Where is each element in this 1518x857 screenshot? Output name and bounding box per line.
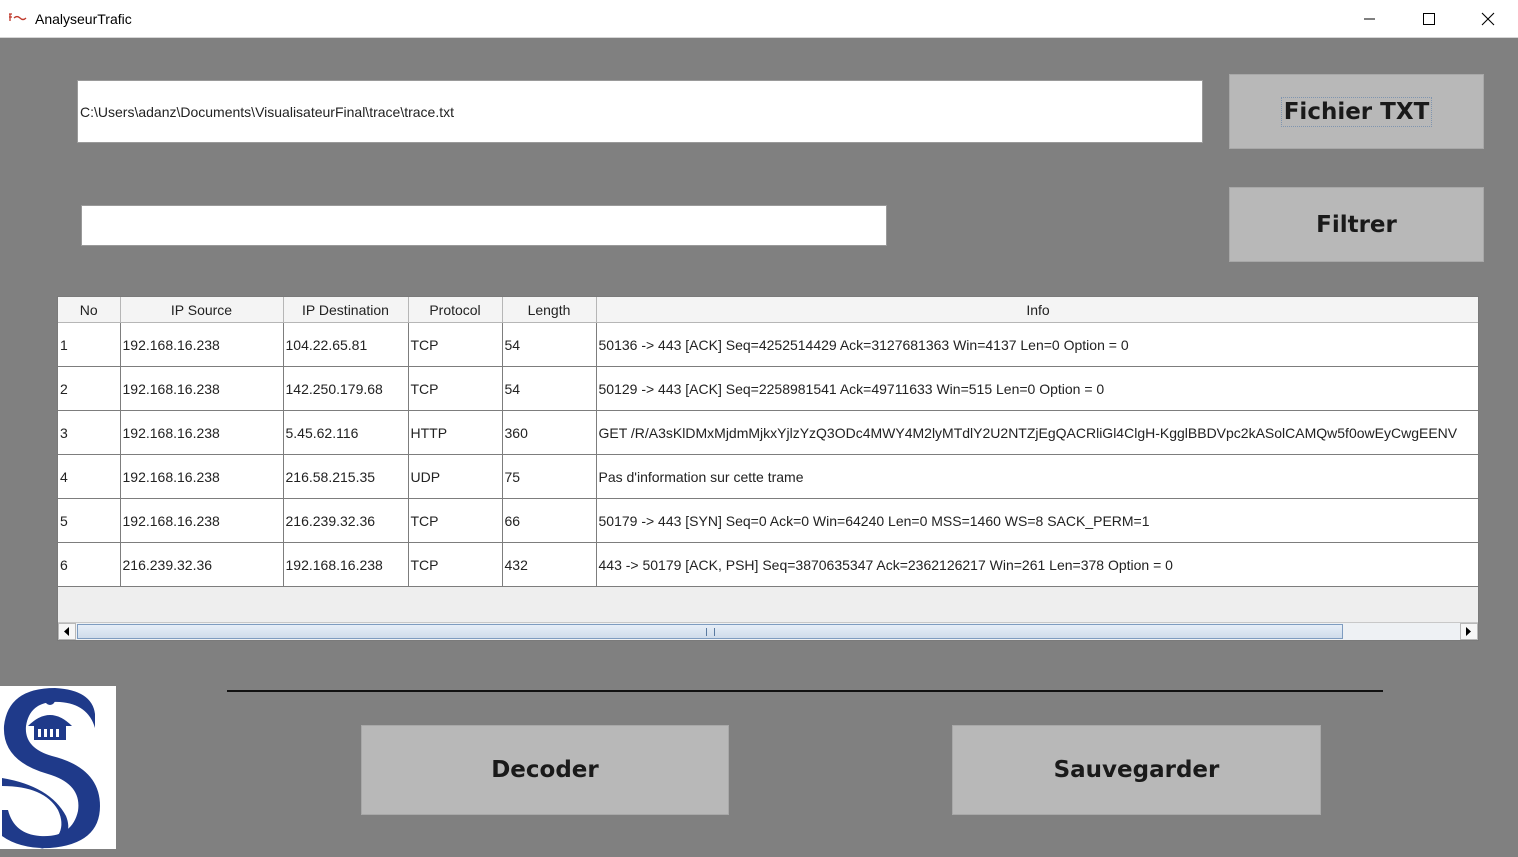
cell-protocol[interactable]: TCP	[408, 542, 503, 587]
table-row[interactable]: 6 216.239.32.36 192.168.16.238 TCP 432 4…	[58, 542, 1478, 587]
cell-ip-source[interactable]: 192.168.16.238	[120, 322, 284, 367]
cell-ip-destination[interactable]: 104.22.65.81	[283, 322, 409, 367]
cell-ip-source[interactable]: 216.239.32.36	[120, 542, 284, 587]
title-bar: AnalyseurTrafic	[0, 0, 1518, 38]
scrollbar-grip	[706, 628, 715, 636]
window-title: AnalyseurTrafic	[35, 11, 132, 27]
scroll-left-button[interactable]	[58, 623, 76, 640]
cell-length[interactable]: 432	[502, 542, 597, 587]
cell-no[interactable]: 1	[58, 322, 121, 367]
open-file-button[interactable]: Fichier TXT	[1229, 74, 1484, 149]
table-row[interactable]: 2 192.168.16.238 142.250.179.68 TCP 54 5…	[58, 366, 1478, 411]
scrollbar-thumb[interactable]	[77, 624, 1343, 639]
table-row[interactable]: 4 192.168.16.238 216.58.215.35 UDP 75 Pa…	[58, 454, 1478, 499]
cell-ip-source[interactable]: 192.168.16.238	[120, 410, 284, 455]
filter-button[interactable]: Filtrer	[1229, 187, 1484, 262]
cell-info[interactable]: Pas d'information sur cette trame	[596, 454, 1478, 499]
cell-length[interactable]: 66	[502, 498, 597, 543]
maximize-icon	[1423, 13, 1435, 25]
cell-ip-destination[interactable]: 216.239.32.36	[283, 498, 409, 543]
table-row[interactable]: 3 192.168.16.238 5.45.62.116 HTTP 360 GE…	[58, 410, 1478, 455]
cell-length[interactable]: 54	[502, 322, 597, 367]
column-header-length[interactable]: Length	[502, 297, 597, 323]
cell-ip-source[interactable]: 192.168.16.238	[120, 454, 284, 499]
column-header-ip-destination[interactable]: IP Destination	[283, 297, 409, 323]
arrow-right-icon	[1466, 627, 1471, 636]
cell-ip-source[interactable]: 192.168.16.238	[120, 366, 284, 411]
cell-length[interactable]: 54	[502, 366, 597, 411]
cell-ip-destination[interactable]: 216.58.215.35	[283, 454, 409, 499]
cell-length[interactable]: 75	[502, 454, 597, 499]
app-icon	[9, 13, 27, 21]
cell-no[interactable]: 4	[58, 454, 121, 499]
cell-no[interactable]: 6	[58, 542, 121, 587]
minimize-button[interactable]	[1341, 0, 1399, 38]
cell-ip-destination[interactable]: 192.168.16.238	[283, 542, 409, 587]
cell-protocol[interactable]: TCP	[408, 498, 503, 543]
cell-protocol[interactable]: HTTP	[408, 410, 503, 455]
table-header: No IP Source IP Destination Protocol Len…	[58, 297, 1478, 323]
horizontal-scrollbar[interactable]	[58, 622, 1478, 640]
close-icon	[1481, 12, 1495, 26]
cell-protocol[interactable]: TCP	[408, 322, 503, 367]
minimize-icon	[1364, 18, 1375, 20]
cell-info[interactable]: 50179 -> 443 [SYN] Seq=0 Ack=0 Win=64240…	[596, 498, 1478, 543]
close-button[interactable]	[1459, 0, 1517, 38]
scroll-right-button[interactable]	[1460, 623, 1478, 640]
file-path-input[interactable]	[77, 80, 1203, 143]
table-row[interactable]: 1 192.168.16.238 104.22.65.81 TCP 54 501…	[58, 322, 1478, 367]
cell-info[interactable]: 443 -> 50179 [ACK, PSH] Seq=3870635347 A…	[596, 542, 1478, 587]
filter-input[interactable]	[81, 205, 887, 246]
cell-no[interactable]: 3	[58, 410, 121, 455]
column-header-info[interactable]: Info	[596, 297, 1478, 323]
table-row[interactable]: 5 192.168.16.238 216.239.32.36 TCP 66 50…	[58, 498, 1478, 543]
decode-button[interactable]: Decoder	[361, 725, 729, 815]
cell-length[interactable]: 360	[502, 410, 597, 455]
university-logo	[0, 686, 116, 849]
cell-protocol[interactable]: TCP	[408, 366, 503, 411]
save-button[interactable]: Sauvegarder	[952, 725, 1321, 815]
open-file-label: Fichier TXT	[1280, 96, 1433, 127]
column-header-ip-source[interactable]: IP Source	[120, 297, 284, 323]
cell-ip-destination[interactable]: 5.45.62.116	[283, 410, 409, 455]
maximize-button[interactable]	[1400, 0, 1458, 38]
cell-no[interactable]: 5	[58, 498, 121, 543]
cell-ip-destination[interactable]: 142.250.179.68	[283, 366, 409, 411]
column-header-protocol[interactable]: Protocol	[408, 297, 503, 323]
cell-protocol[interactable]: UDP	[408, 454, 503, 499]
cell-info[interactable]: GET /R/A3sKlDMxMjdmMjkxYjlzYzQ3ODc4MWY4M…	[596, 410, 1478, 455]
cell-no[interactable]: 2	[58, 366, 121, 411]
cell-ip-source[interactable]: 192.168.16.238	[120, 498, 284, 543]
packet-table[interactable]: No IP Source IP Destination Protocol Len…	[57, 296, 1479, 641]
column-header-no[interactable]: No	[58, 297, 121, 323]
arrow-left-icon	[64, 627, 69, 636]
cell-info[interactable]: 50129 -> 443 [ACK] Seq=2258981541 Ack=49…	[596, 366, 1478, 411]
cell-info[interactable]: 50136 -> 443 [ACK] Seq=4252514429 Ack=31…	[596, 322, 1478, 367]
separator-line	[227, 690, 1383, 692]
